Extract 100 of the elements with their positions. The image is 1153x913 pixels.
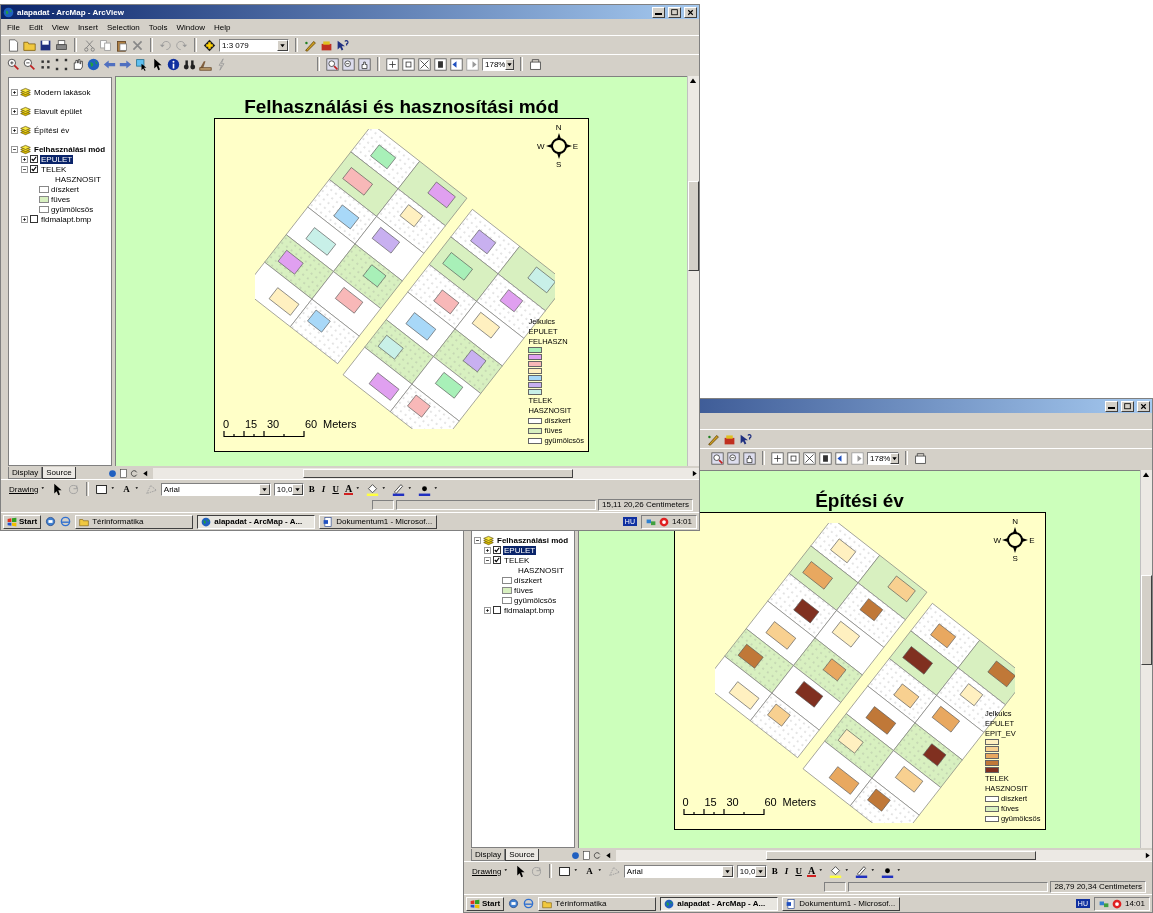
- menu-item[interactable]: File: [6, 21, 21, 33]
- layout-view-icon[interactable]: [119, 469, 128, 478]
- layer-label[interactable]: EPULET: [503, 545, 537, 555]
- taskbar-button[interactable]: alapadat - ArcMap - A...: [197, 514, 316, 529]
- expand-toggle[interactable]: [474, 536, 481, 544]
- text-style-button[interactable]: I: [782, 866, 791, 876]
- dots-outward-icon[interactable]: [55, 57, 68, 71]
- page-in-icon[interactable]: [771, 451, 784, 465]
- minimize-button[interactable]: [652, 6, 665, 18]
- zoom-out-icon[interactable]: [23, 57, 36, 71]
- tray-shield-icon[interactable]: [658, 516, 669, 527]
- paint-bucket-icon[interactable]: [829, 864, 843, 878]
- scrollbar-thumb[interactable]: [303, 469, 573, 478]
- data-view-icon[interactable]: [571, 851, 580, 860]
- focus-frame-icon[interactable]: [914, 451, 927, 465]
- expand-toggle[interactable]: [484, 546, 491, 554]
- taskbar-button[interactable]: Dokumentum1 - Microsof...: [782, 896, 901, 911]
- font-size-dropdown[interactable]: 10,0: [736, 864, 767, 878]
- desktop-icon[interactable]: [45, 516, 57, 527]
- whats-this-icon[interactable]: [739, 432, 752, 446]
- scrollbar-thumb[interactable]: [1141, 575, 1152, 665]
- taskbar-button[interactable]: Dokumentum1 - Microsof...: [319, 514, 438, 529]
- desktop-icon[interactable]: [508, 898, 520, 909]
- layer-checkbox[interactable]: [30, 155, 38, 163]
- vertical-scrollbar[interactable]: [1140, 470, 1152, 848]
- layer-checkbox[interactable]: [30, 215, 38, 223]
- select-features-icon[interactable]: [135, 57, 148, 71]
- panel-tab[interactable]: Display: [471, 849, 506, 861]
- scrollbar-thumb[interactable]: [766, 851, 1036, 860]
- zoom-in-icon[interactable]: [7, 57, 20, 71]
- text-style-button[interactable]: B: [306, 484, 317, 494]
- panel-tab[interactable]: Display: [8, 467, 43, 479]
- rectangle-icon[interactable]: [558, 864, 572, 878]
- page-back-icon[interactable]: [835, 451, 848, 465]
- expand-toggle[interactable]: [11, 145, 18, 153]
- horizontal-scrollbar[interactable]: [153, 468, 699, 479]
- menu-item[interactable]: Tools: [147, 21, 169, 33]
- expand-toggle[interactable]: [484, 556, 491, 564]
- info-icon[interactable]: [167, 57, 180, 71]
- data-frame-label[interactable]: Modern lakások: [33, 87, 92, 97]
- font-color-button[interactable]: A: [343, 483, 354, 495]
- expand-toggle[interactable]: [11, 126, 18, 134]
- page-back-icon[interactable]: [450, 57, 463, 71]
- close-button[interactable]: [684, 6, 697, 18]
- zoom-dropdown[interactable]: 178%: [867, 451, 899, 465]
- font-dropdown[interactable]: Arial: [160, 482, 271, 496]
- layer-label[interactable]: TELEK: [503, 555, 531, 565]
- font-color-button[interactable]: A: [806, 865, 817, 877]
- page-zoom-in-icon[interactable]: [326, 57, 339, 71]
- expand-toggle[interactable]: [484, 606, 491, 614]
- font-dropdown[interactable]: Arial: [623, 864, 734, 878]
- vertical-scrollbar[interactable]: [687, 76, 699, 466]
- page-zoom-out-icon[interactable]: [727, 451, 740, 465]
- close-button[interactable]: [1137, 400, 1150, 412]
- layer-checkbox[interactable]: [30, 165, 38, 173]
- layer-checkbox[interactable]: [493, 546, 501, 554]
- page-out-icon[interactable]: [787, 451, 800, 465]
- data-frame-label[interactable]: Építési év: [33, 125, 71, 135]
- page-zoom-in-icon[interactable]: [711, 451, 724, 465]
- layer-checkbox[interactable]: [493, 606, 501, 614]
- printer-icon[interactable]: [55, 38, 68, 52]
- layer-label[interactable]: EPULET: [40, 154, 74, 164]
- clipboard-icon[interactable]: [115, 38, 128, 52]
- drawing-menu[interactable]: Drawing: [9, 484, 39, 494]
- menu-item[interactable]: Insert: [76, 21, 99, 33]
- page-zoom-out-icon[interactable]: [342, 57, 355, 71]
- scale-dropdown[interactable]: 1:3 079: [219, 38, 289, 52]
- text-tool[interactable]: A: [121, 484, 132, 494]
- font-size-dropdown[interactable]: 10,0: [273, 482, 304, 496]
- menu-item[interactable]: Edit: [27, 21, 44, 33]
- page-in-icon[interactable]: [386, 57, 399, 71]
- taskbar-button[interactable]: alapadat - ArcMap - A...: [660, 896, 779, 911]
- layout-view-icon[interactable]: [582, 851, 591, 860]
- taskbar-button[interactable]: Térinformatika: [75, 514, 194, 529]
- panel-tab[interactable]: Source: [505, 849, 539, 861]
- text-tool[interactable]: A: [584, 866, 595, 876]
- pen-line-icon[interactable]: [392, 482, 406, 496]
- text-style-button[interactable]: I: [319, 484, 328, 494]
- expand-toggle[interactable]: [11, 107, 18, 115]
- pen-line-icon[interactable]: [855, 864, 869, 878]
- toolbox-icon[interactable]: [320, 38, 333, 52]
- actual-size-icon[interactable]: [819, 451, 832, 465]
- toolbox-icon[interactable]: [723, 432, 736, 446]
- data-frame-label[interactable]: Felhasználási mód: [496, 535, 570, 545]
- tray-shield-icon[interactable]: [1111, 898, 1122, 909]
- whole-page-icon[interactable]: [418, 57, 431, 71]
- browser-icon[interactable]: [523, 898, 535, 909]
- add-data-icon[interactable]: [203, 38, 216, 52]
- expand-toggle[interactable]: [21, 215, 28, 223]
- layer-checkbox[interactable]: [493, 556, 501, 564]
- expand-toggle[interactable]: [21, 155, 28, 163]
- text-style-button[interactable]: B: [769, 866, 780, 876]
- actual-size-icon[interactable]: [434, 57, 447, 71]
- new-page-icon[interactable]: [7, 38, 20, 52]
- left-arrow-icon[interactable]: [604, 851, 613, 860]
- maximize-button[interactable]: [668, 6, 681, 18]
- hand-icon[interactable]: [71, 57, 84, 71]
- layer-label[interactable]: TELEK: [40, 164, 68, 174]
- pointer-icon[interactable]: [151, 57, 164, 71]
- horizontal-scrollbar[interactable]: [616, 850, 1152, 861]
